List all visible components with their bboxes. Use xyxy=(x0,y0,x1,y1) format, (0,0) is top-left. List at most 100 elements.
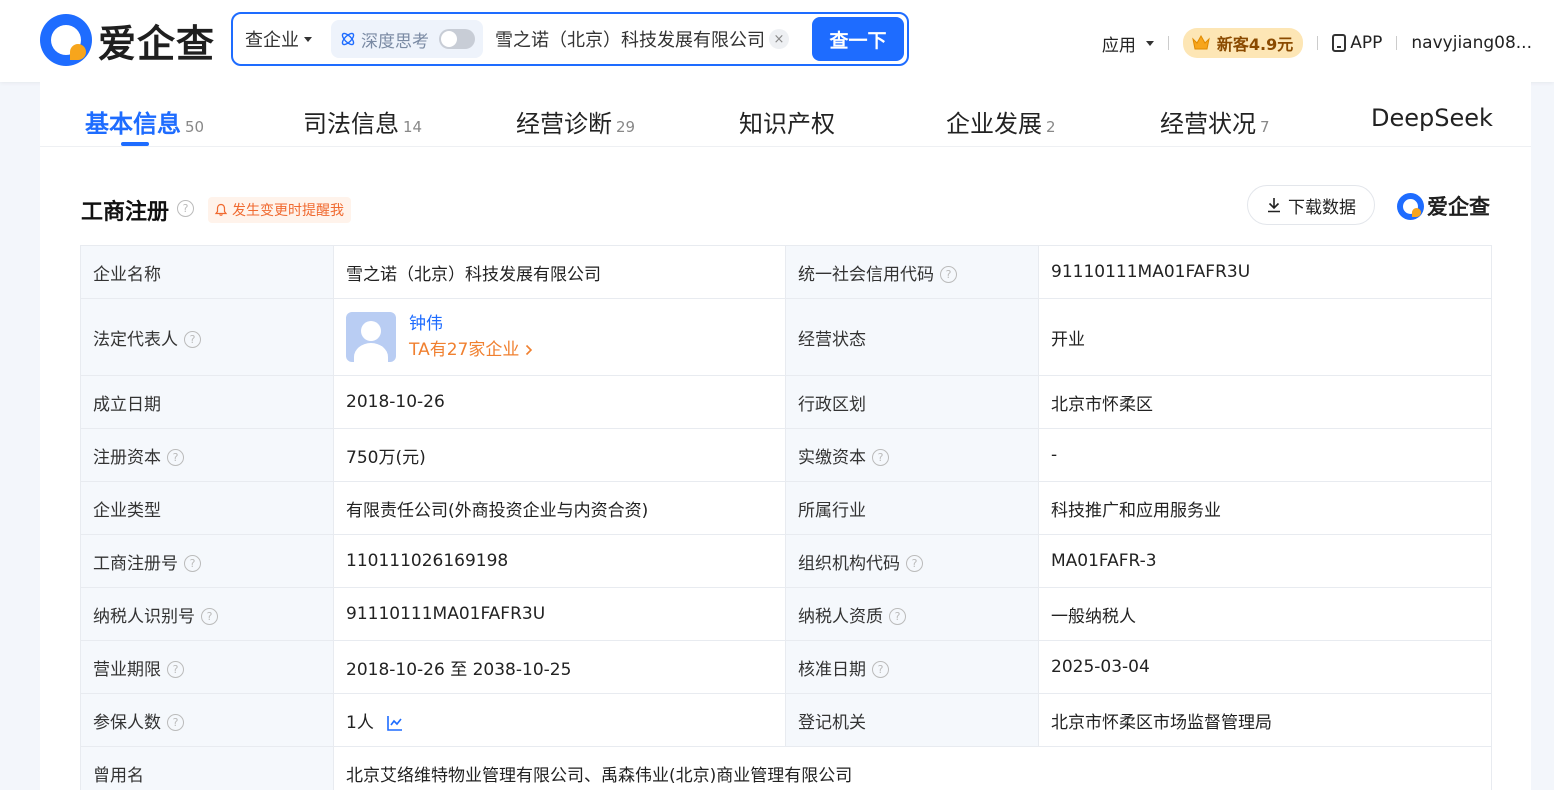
taxpayer-id-label: 纳税人识别号 xyxy=(93,606,195,627)
help-icon[interactable]: ? xyxy=(889,608,906,625)
app-download-link[interactable]: APP xyxy=(1332,33,1382,53)
legal-rep-cell: 钟伟 TA有27家企业 xyxy=(333,298,786,376)
tab-judicial-info[interactable]: 司法信息 14 xyxy=(303,104,422,139)
reg-no-label-cell: 工商注册号? xyxy=(80,534,334,588)
chevron-down-icon xyxy=(304,36,312,42)
paid-capital-label-cell: 实缴资本? xyxy=(785,428,1039,482)
tab-label: 经营诊断 xyxy=(516,110,612,138)
org-code-label-cell: 组织机构代码? xyxy=(785,534,1039,588)
new-user-promo[interactable]: 新客4.9元 xyxy=(1182,28,1304,58)
approved-label: 核准日期 xyxy=(798,659,866,680)
term-label: 营业期限 xyxy=(93,659,161,680)
deep-think-toggle[interactable] xyxy=(439,29,475,49)
logo-icon xyxy=(40,14,92,66)
credit-code-value: 91110111MA01FAFR3U xyxy=(1038,245,1492,299)
phone-icon xyxy=(1332,34,1347,52)
related-companies-link[interactable]: TA有27家企业 xyxy=(409,337,533,363)
table-row: 法定代表人? 钟伟 TA有27家企业 经营状态 开业 xyxy=(80,298,1492,376)
download-data-button[interactable]: 下载数据 xyxy=(1247,185,1375,225)
tab-development[interactable]: 企业发展 2 xyxy=(946,104,1056,139)
help-icon[interactable]: ? xyxy=(872,449,889,466)
chevron-down-icon xyxy=(1145,40,1154,46)
insured-cell: 1人 xyxy=(333,693,786,747)
related-companies-label: TA有27家企业 xyxy=(409,340,520,360)
former-name-label: 曾用名 xyxy=(80,746,334,790)
divider xyxy=(1396,36,1398,50)
tab-label: 企业发展 xyxy=(946,110,1042,138)
deep-think-label: 深度思考 xyxy=(361,31,429,52)
help-icon[interactable]: ? xyxy=(184,331,201,348)
avatar[interactable] xyxy=(346,312,396,362)
clear-icon[interactable]: × xyxy=(769,29,789,49)
reg-capital-label-cell: 注册资本? xyxy=(80,428,334,482)
deep-think-pill: 深度思考 xyxy=(331,20,483,58)
trend-chart-icon[interactable] xyxy=(386,714,404,732)
former-name-value: 北京艾络维特物业管理有限公司、禹森伟业(北京)商业管理有限公司 xyxy=(333,746,1492,790)
help-icon[interactable]: ? xyxy=(184,555,201,572)
help-icon[interactable]: ? xyxy=(167,714,184,731)
apps-label: 应用 xyxy=(1101,35,1136,56)
help-icon[interactable]: ? xyxy=(201,608,218,625)
legal-rep-name-link[interactable]: 钟伟 xyxy=(409,311,533,337)
search-type-dropdown[interactable]: 查企业 xyxy=(233,26,329,52)
founded-value: 2018-10-26 xyxy=(333,375,786,429)
taxpayer-qual-label: 纳税人资质 xyxy=(798,606,883,627)
tab-deepseek[interactable]: DeepSeek xyxy=(1371,104,1493,132)
authority-value: 北京市怀柔区市场监督管理局 xyxy=(1038,693,1492,747)
tab-label: 司法信息 xyxy=(303,110,399,138)
paid-capital-value: - xyxy=(1038,428,1492,482)
change-remind-button[interactable]: 发生变更时提醒我 xyxy=(208,197,351,223)
insured-value: 1人 xyxy=(346,712,374,733)
section-title: 工商注册 xyxy=(81,200,170,225)
user-account[interactable]: navyjiang08... xyxy=(1411,33,1532,53)
search-input[interactable] xyxy=(495,28,763,50)
industry-label: 所属行业 xyxy=(785,481,1039,535)
status-value: 开业 xyxy=(1038,298,1492,376)
credit-code-label: 统一社会信用代码 xyxy=(798,264,934,285)
registration-table: 企业名称 雪之诺（北京）科技发展有限公司 统一社会信用代码? 91110111M… xyxy=(80,245,1492,790)
table-row: 工商注册号? 110111026169198 组织机构代码? MA01FAFR-… xyxy=(80,534,1492,588)
bell-icon xyxy=(214,203,228,216)
legal-rep-label: 法定代表人 xyxy=(93,329,178,350)
tab-basic-info[interactable]: 基本信息 50 xyxy=(85,104,204,139)
promo-label: 新客4.9元 xyxy=(1216,35,1294,54)
founded-label: 成立日期 xyxy=(80,375,334,429)
active-tab-indicator xyxy=(121,142,149,146)
remind-label: 发生变更时提醒我 xyxy=(232,203,344,219)
help-icon[interactable]: ? xyxy=(940,266,957,283)
divider xyxy=(1317,36,1319,50)
tab-operating-status[interactable]: 经营状况 7 xyxy=(1160,104,1270,139)
search-bar: 查企业 深度思考 × 查一下 xyxy=(231,12,909,66)
logo-icon xyxy=(1397,192,1424,220)
company-name-value: 雪之诺（北京）科技发展有限公司 xyxy=(333,245,786,299)
reg-no-value: 110111026169198 xyxy=(333,534,786,588)
company-type-value: 有限责任公司(外商投资企业与内资合资) xyxy=(333,481,786,535)
crown-icon xyxy=(1192,34,1210,50)
taxpayer-id-value: 91110111MA01FAFR3U xyxy=(333,587,786,641)
site-logo[interactable]: 爱企查 xyxy=(40,12,215,68)
table-row: 企业类型 有限责任公司(外商投资企业与内资合资) 所属行业 科技推广和应用服务业 xyxy=(80,481,1492,535)
industry-value: 科技推广和应用服务业 xyxy=(1038,481,1492,535)
company-name-label: 企业名称 xyxy=(80,245,334,299)
help-icon[interactable]: ? xyxy=(906,555,923,572)
brand-watermark: 爱企查 xyxy=(1397,191,1490,221)
help-icon[interactable]: ? xyxy=(167,449,184,466)
tab-bar: 基本信息 50 司法信息 14 经营诊断 29 知识产权 企业发展 2 经营状况 7 De… xyxy=(40,82,1531,147)
legal-rep: 钟伟 TA有27家企业 xyxy=(346,311,773,363)
term-value: 2018-10-26 至 2038-10-25 xyxy=(333,640,786,694)
tab-business-diagnosis[interactable]: 经营诊断 29 xyxy=(516,104,635,139)
help-icon[interactable]: ? xyxy=(872,661,889,678)
approved-value: 2025-03-04 xyxy=(1038,640,1492,694)
taxpayer-id-label-cell: 纳税人识别号? xyxy=(80,587,334,641)
help-icon[interactable]: ? xyxy=(177,200,194,217)
legal-rep-info: 钟伟 TA有27家企业 xyxy=(409,311,533,363)
region-label: 行政区划 xyxy=(785,375,1039,429)
help-icon[interactable]: ? xyxy=(167,661,184,678)
download-icon xyxy=(1268,198,1280,213)
tab-intellectual-property[interactable]: 知识产权 xyxy=(739,104,835,139)
table-row: 曾用名 北京艾络维特物业管理有限公司、禹森伟业(北京)商业管理有限公司 xyxy=(80,746,1492,790)
tab-label: DeepSeek xyxy=(1371,104,1493,132)
search-button[interactable]: 查一下 xyxy=(812,17,904,61)
table-row: 企业名称 雪之诺（北京）科技发展有限公司 统一社会信用代码? 91110111M… xyxy=(80,245,1492,299)
apps-menu[interactable]: 应用 xyxy=(1102,31,1154,56)
